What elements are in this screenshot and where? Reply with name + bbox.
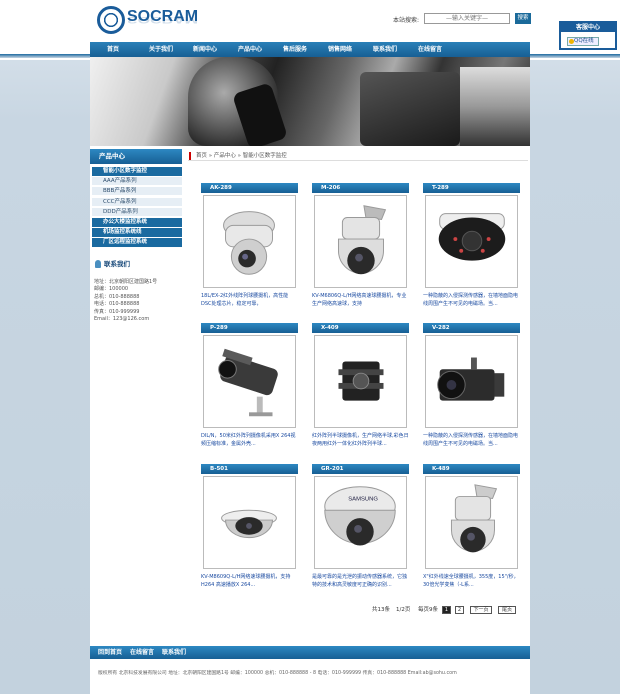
speed-dome-camera-icon[interactable] — [314, 195, 407, 288]
product-description[interactable]: 一种隐蔽的入侵探测传感器，在墙地面隐电线周围产生不可见的电磁场。当... — [423, 292, 520, 318]
product-description[interactable]: 红外阵列半球摄像机，生产网络半球,彩色日夜两用红外一体化红外阵列半球... — [312, 432, 409, 458]
product-description[interactable]: DIL/N，50米红外阵列摄像机采用X 264视频压缩标准，金属外壳... — [201, 432, 298, 458]
footer-nav: 回到首页 在线留言 联系我们 — [90, 646, 530, 659]
qq-online-button[interactable]: QQ在线 — [567, 37, 599, 46]
product-code[interactable]: K-489 — [423, 464, 520, 474]
product-code[interactable]: AK-289 — [201, 183, 298, 193]
ptz-dome-camera-icon[interactable] — [203, 195, 296, 288]
product-code[interactable]: P-289 — [201, 323, 298, 333]
sidebar-category-5[interactable]: 办公大楼监控系统 — [92, 218, 182, 227]
main-nav: 首页 关于我们 新闻中心 产品中心 售后服务 销售网络 联系我们 在线留言 — [90, 42, 530, 57]
nav-item-contact[interactable]: 联系我们 — [362, 42, 408, 57]
product-card[interactable]: X-409 红外阵列半球摄像机，生产网络半球,彩色日夜两用红外一体化红外阵列半球… — [312, 323, 409, 461]
qq-icon — [569, 39, 574, 44]
search-button[interactable]: 搜索 — [515, 13, 531, 24]
ir-dome-camera-icon[interactable]: SAMSUNG — [425, 195, 518, 288]
copyright-text: 版权所有 北京科技发展有限公司 地址：北京朝阳区建国路1号 邮编：100000 … — [98, 671, 457, 676]
page-2-button[interactable]: 2 — [455, 606, 464, 614]
footer: 版权所有 北京科技发展有限公司 地址：北京朝阳区建国路1号 邮编：100000 … — [90, 659, 530, 694]
search-input[interactable]: —输入关键字— — [424, 13, 510, 24]
pager-per-page: 每页9条 — [418, 607, 438, 613]
product-code[interactable]: X-409 — [312, 323, 409, 333]
contact-icon — [95, 260, 101, 268]
contact-line: 地址：北京朝阳区建国路1号 — [94, 279, 158, 285]
sidebar-category-6[interactable]: 机场监控系统线 — [92, 228, 182, 238]
sidebar-title: 产品中心 — [90, 149, 182, 164]
breadcrumb: 首页 » 产品中心 » 智能小区数字监控 — [188, 151, 528, 161]
contact-line: Email：123@126.com — [94, 316, 150, 322]
logo-reflection: SOCRAM — [127, 14, 199, 25]
product-code[interactable]: B-501 — [201, 464, 298, 474]
sidebar: 产品中心 智能小区数字监控 AAA产品系列 BBB产品系列 CCC产品系列 DDD产品系… — [90, 146, 182, 646]
footer-link-message[interactable]: 在线留言 — [130, 646, 154, 659]
sidebar-category-4[interactable]: DDD产品系列 — [92, 207, 182, 217]
nav-item-about[interactable]: 关于我们 — [138, 42, 184, 57]
main-content: 产品中心 智能小区数字监控 AAA产品系列 BBB产品系列 CCC产品系列 DDD产品系… — [90, 146, 530, 646]
contact-line: 邮编：100000 — [94, 286, 129, 293]
outdoor-speed-dome-icon[interactable] — [425, 476, 518, 569]
logo-emblem-icon — [97, 6, 125, 34]
product-card[interactable]: AK-289 18L/EX-2红外线阵列球腰摄机，高性能DSC处理芯片，稳定可靠… — [201, 183, 298, 321]
vandal-dome-camera-icon[interactable]: SAMSUNG — [314, 476, 407, 569]
banner-device — [360, 72, 460, 146]
pagination: 共13条 1/2页 每页9条 1 2 下一页 尾页 — [372, 605, 522, 615]
contact-line: 电话：010-888888 — [94, 301, 140, 308]
contact-heading: 联系我们 — [92, 259, 182, 270]
product-description[interactable]: 是最可靠的是光泄的振动传感器系统，它独特的技术和高灵敏度可正确的识别... — [312, 573, 409, 599]
sidebar-category-3[interactable]: CCC产品系列 — [92, 197, 182, 207]
product-card[interactable]: K-489 X"红外线速全球腰摄机，355度，15"/秒，30倍光学变焦（-L系… — [423, 464, 520, 602]
svg-text:SAMSUNG: SAMSUNG — [348, 496, 378, 502]
contact-line: 传真：010-999999 — [94, 308, 140, 315]
sidebar-category-2[interactable]: BBB产品系列 — [92, 187, 182, 197]
product-description[interactable]: KV-M6806Q-L/H网络高速球腰摄机，专业生产网络高速球，支持 — [312, 292, 409, 318]
logo[interactable]: SOCRAM SOCRAM — [97, 6, 199, 38]
contact-title: 联系我们 — [104, 260, 130, 268]
footer-link-contact[interactable]: 联系我们 — [162, 646, 186, 659]
breadcrumb-text[interactable]: 首页 » 产品中心 » 智能小区数字监控 — [196, 153, 287, 159]
service-title: 客服中心 — [561, 23, 615, 32]
nav-item-news[interactable]: 新闻中心 — [182, 42, 228, 57]
search-label: 本站搜索: — [393, 17, 420, 24]
banner-screen — [460, 67, 530, 146]
sidebar-category-0[interactable]: 智能小区数字监控 — [92, 167, 182, 176]
nav-item-network[interactable]: 销售网络 — [317, 42, 363, 57]
product-code[interactable]: T-289 — [423, 183, 520, 193]
breadcrumb-marker — [189, 152, 191, 160]
box-camera-icon[interactable] — [425, 335, 518, 428]
product-description[interactable]: X"红外线速全球腰摄机，355度，15"/秒，30倍光学变焦（-L系... — [423, 573, 520, 599]
last-page-button[interactable]: 尾页 — [498, 606, 516, 614]
nav-item-service[interactable]: 售后服务 — [272, 42, 318, 57]
next-page-button[interactable]: 下一页 — [470, 606, 492, 614]
product-card[interactable]: T-289 SAMSUNG 一种隐蔽的入侵探测传感器，在墙地面隐电线周围产生不可… — [423, 183, 520, 321]
pager-pages: 1/2页 — [396, 607, 411, 613]
bullet-camera-icon[interactable] — [203, 335, 296, 428]
sidebar-category-7[interactable]: 厂区远程监控系统 — [92, 238, 182, 248]
nav-item-home[interactable]: 首页 — [94, 42, 132, 57]
product-card[interactable]: GR-201 SAMSUNG 是最可靠的是光泄的振动传感器系统，它独特的技术和高… — [312, 464, 409, 602]
product-code[interactable]: M-206 — [312, 183, 409, 193]
product-code[interactable]: V-282 — [423, 323, 520, 333]
camera-lens-icon[interactable] — [314, 335, 407, 428]
nav-item-message[interactable]: 在线留言 — [407, 42, 453, 57]
footer-link-home[interactable]: 回到首页 — [98, 646, 122, 659]
hero-banner — [90, 57, 530, 146]
product-card[interactable]: B-501 KV-M8609Q-L/H网络速球腰摄机，支持H264 高速播放X … — [201, 464, 298, 602]
product-description[interactable]: 一种隐蔽的入侵探测传感器，在墙地面隐电线周围产生不可见的电磁场。当... — [423, 432, 520, 458]
nav-item-products[interactable]: 产品中心 — [227, 42, 273, 57]
product-card[interactable]: P-289 DIL/N，50米红外阵列摄像机采用X 264视频压缩标准，金属外壳… — [201, 323, 298, 461]
contact-line: 总机：010-888888 — [94, 293, 140, 300]
page-1-button[interactable]: 1 — [442, 606, 451, 614]
product-description[interactable]: KV-M8609Q-L/H网络速球腰摄机，支持H264 高速播放X 264... — [201, 573, 298, 599]
mini-dome-camera-icon[interactable] — [203, 476, 296, 569]
product-card[interactable]: M-206 KV-M6806Q-L/H网络高速球腰摄机，专业生产网络高速球，支持 — [312, 183, 409, 321]
product-card[interactable]: V-282 一种隐蔽的入侵探测传感器，在墙地面隐电线周围产生不可见的电磁场。当.… — [423, 323, 520, 461]
product-description[interactable]: 18L/EX-2红外线阵列球腰摄机，高性能DSC处理芯片，稳定可靠， — [201, 292, 298, 318]
sidebar-category-1[interactable]: AAA产品系列 — [92, 177, 182, 187]
customer-service-box: 客服中心 QQ在线 — [559, 21, 617, 50]
product-code[interactable]: GR-201 — [312, 464, 409, 474]
qq-label: QQ在线 — [574, 38, 594, 44]
pager-total: 共13条 — [372, 607, 390, 613]
